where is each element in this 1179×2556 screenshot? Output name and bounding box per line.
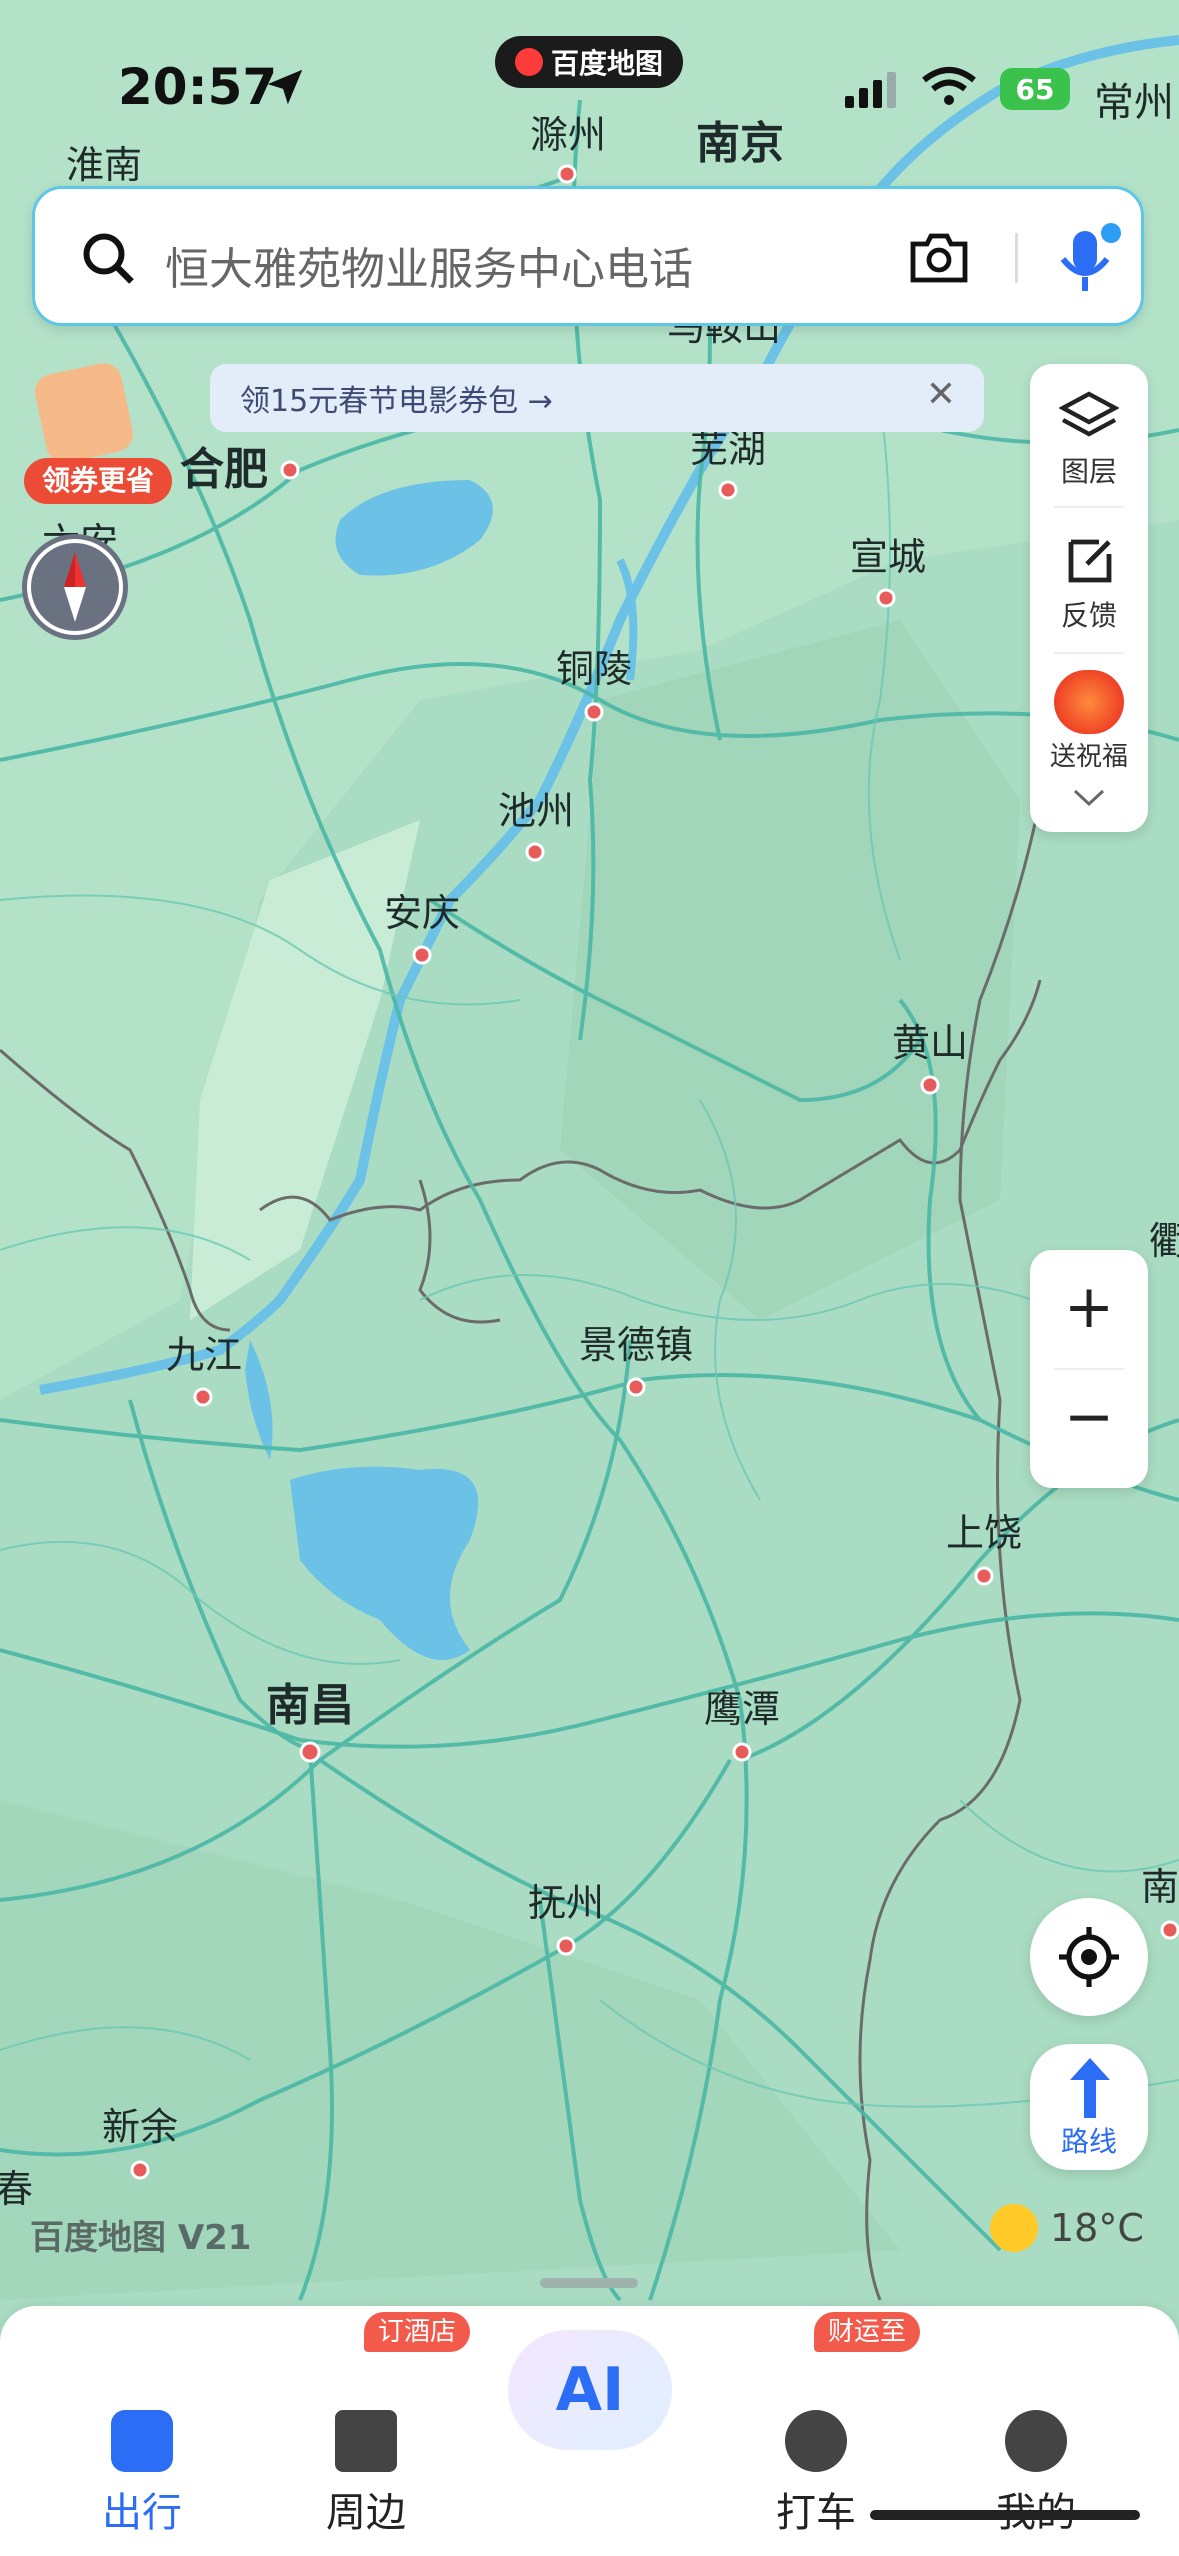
status-bar: 20:57 百度地图 65 常州 xyxy=(0,0,1179,170)
layers-icon[interactable] xyxy=(1059,388,1119,444)
layers-button[interactable]: 图层 xyxy=(1030,450,1148,490)
side-panel-divider xyxy=(1054,506,1124,508)
battery-indicator: 65 xyxy=(1000,68,1070,110)
map-watermark: 百度地图 V21 xyxy=(30,2218,252,2258)
tab-travel-label: 出行 xyxy=(102,2490,182,2536)
nearby-icon xyxy=(335,2410,397,2472)
hotel-badge: 订酒店 xyxy=(364,2312,471,2352)
coupon-gift-icon[interactable] xyxy=(31,359,137,467)
city-label-huangshan: 黄山 xyxy=(892,1021,968,1065)
wifi-icon xyxy=(922,67,976,105)
compass-icon xyxy=(27,539,123,635)
zoom-divider xyxy=(1054,1368,1124,1370)
city-label-tongling: 铜陵 xyxy=(556,647,632,691)
travel-icon xyxy=(111,2410,173,2472)
ai-button-label: AI xyxy=(555,2355,625,2425)
drawer-handle[interactable] xyxy=(540,2278,638,2288)
baidu-map-logo-icon xyxy=(514,48,543,76)
search-input[interactable]: 恒大雅苑物业服务中心电话 xyxy=(165,233,693,297)
profile-icon xyxy=(1005,2410,1067,2472)
city-label-qu: 衢 xyxy=(1149,1219,1179,1263)
route-button-label: 路线 xyxy=(1060,2125,1117,2158)
search-icon xyxy=(83,233,134,284)
side-panel-divider xyxy=(1054,652,1124,654)
city-label-jiujiang: 九江 xyxy=(166,1333,242,1377)
microphone-icon[interactable] xyxy=(1045,219,1125,299)
search-bar[interactable]: 恒大雅苑物业服务中心电话 xyxy=(32,186,1144,326)
tab-taxi-label: 打车 xyxy=(776,2490,856,2536)
ai-button[interactable]: AI xyxy=(508,2330,672,2450)
promo-banner[interactable]: 领15元春节电影券包 → ✕ xyxy=(210,364,984,432)
close-icon[interactable]: ✕ xyxy=(926,374,956,415)
route-button[interactable]: 路线 xyxy=(1030,2044,1148,2170)
app-badge[interactable]: 百度地图 xyxy=(495,36,683,88)
tab-travel[interactable]: 出行 xyxy=(62,2410,222,2538)
city-label-shangrao: 上饶 xyxy=(946,1511,1022,1555)
app-badge-label: 百度地图 xyxy=(550,47,663,80)
route-arrow-icon xyxy=(1070,2058,1110,2118)
taxi-icon xyxy=(785,2410,847,2472)
city-label-nanchang: 南昌 xyxy=(266,1680,354,1731)
cellular-signal-icon xyxy=(845,72,896,108)
status-time: 20:57 xyxy=(118,58,278,116)
coupon-button[interactable]: 领券更省 xyxy=(24,458,172,504)
crosshair-icon xyxy=(1059,1927,1119,1987)
home-indicator xyxy=(870,2510,1140,2520)
city-label-jingdezhen: 景德镇 xyxy=(579,1323,693,1367)
city-label-wuhu: 芜湖 xyxy=(690,427,766,471)
blessing-button[interactable]: 送祝福 xyxy=(1030,736,1148,773)
compass-button[interactable] xyxy=(22,534,128,640)
chevron-down-icon[interactable] xyxy=(1072,788,1106,808)
city-label-chizhou: 池州 xyxy=(498,789,574,833)
tab-nearby-label: 周边 xyxy=(326,2490,406,2536)
fortune-badge: 财运至 xyxy=(814,2312,921,2352)
zoom-control: + − xyxy=(1030,1250,1148,1488)
city-label-chun: 春 xyxy=(0,2167,33,2211)
camera-icon[interactable] xyxy=(907,229,971,287)
locate-button[interactable] xyxy=(1030,1898,1148,2016)
promo-banner-text: 领15元春节电影券包 → xyxy=(240,384,553,419)
zoom-out-button[interactable]: − xyxy=(1030,1382,1148,1452)
search-divider xyxy=(1015,233,1018,283)
city-label-xinyu: 新余 xyxy=(102,2105,178,2149)
corner-city-label: 常州 xyxy=(1094,80,1174,126)
city-label-nan: 南 xyxy=(1141,1865,1179,1909)
city-label-yingtan: 鹰潭 xyxy=(704,1687,780,1731)
city-label-xuancheng: 宣城 xyxy=(850,535,926,579)
city-label-fuzhou: 抚州 xyxy=(528,1881,604,1925)
sun-icon xyxy=(990,2204,1038,2252)
location-arrow-icon xyxy=(267,69,303,105)
city-label-anqing: 安庆 xyxy=(384,891,460,935)
feedback-icon[interactable] xyxy=(1063,534,1117,588)
map-side-panel: 图层 反馈 送祝福 xyxy=(1030,364,1148,832)
blessing-icon[interactable] xyxy=(1054,670,1124,734)
feedback-button[interactable]: 反馈 xyxy=(1030,594,1148,634)
zoom-in-button[interactable]: + xyxy=(1030,1272,1148,1342)
weather-temp[interactable]: 18°C xyxy=(1050,2206,1144,2250)
city-label-hefei: 合肥 xyxy=(180,444,268,495)
tab-nearby[interactable]: 周边 xyxy=(286,2410,446,2538)
